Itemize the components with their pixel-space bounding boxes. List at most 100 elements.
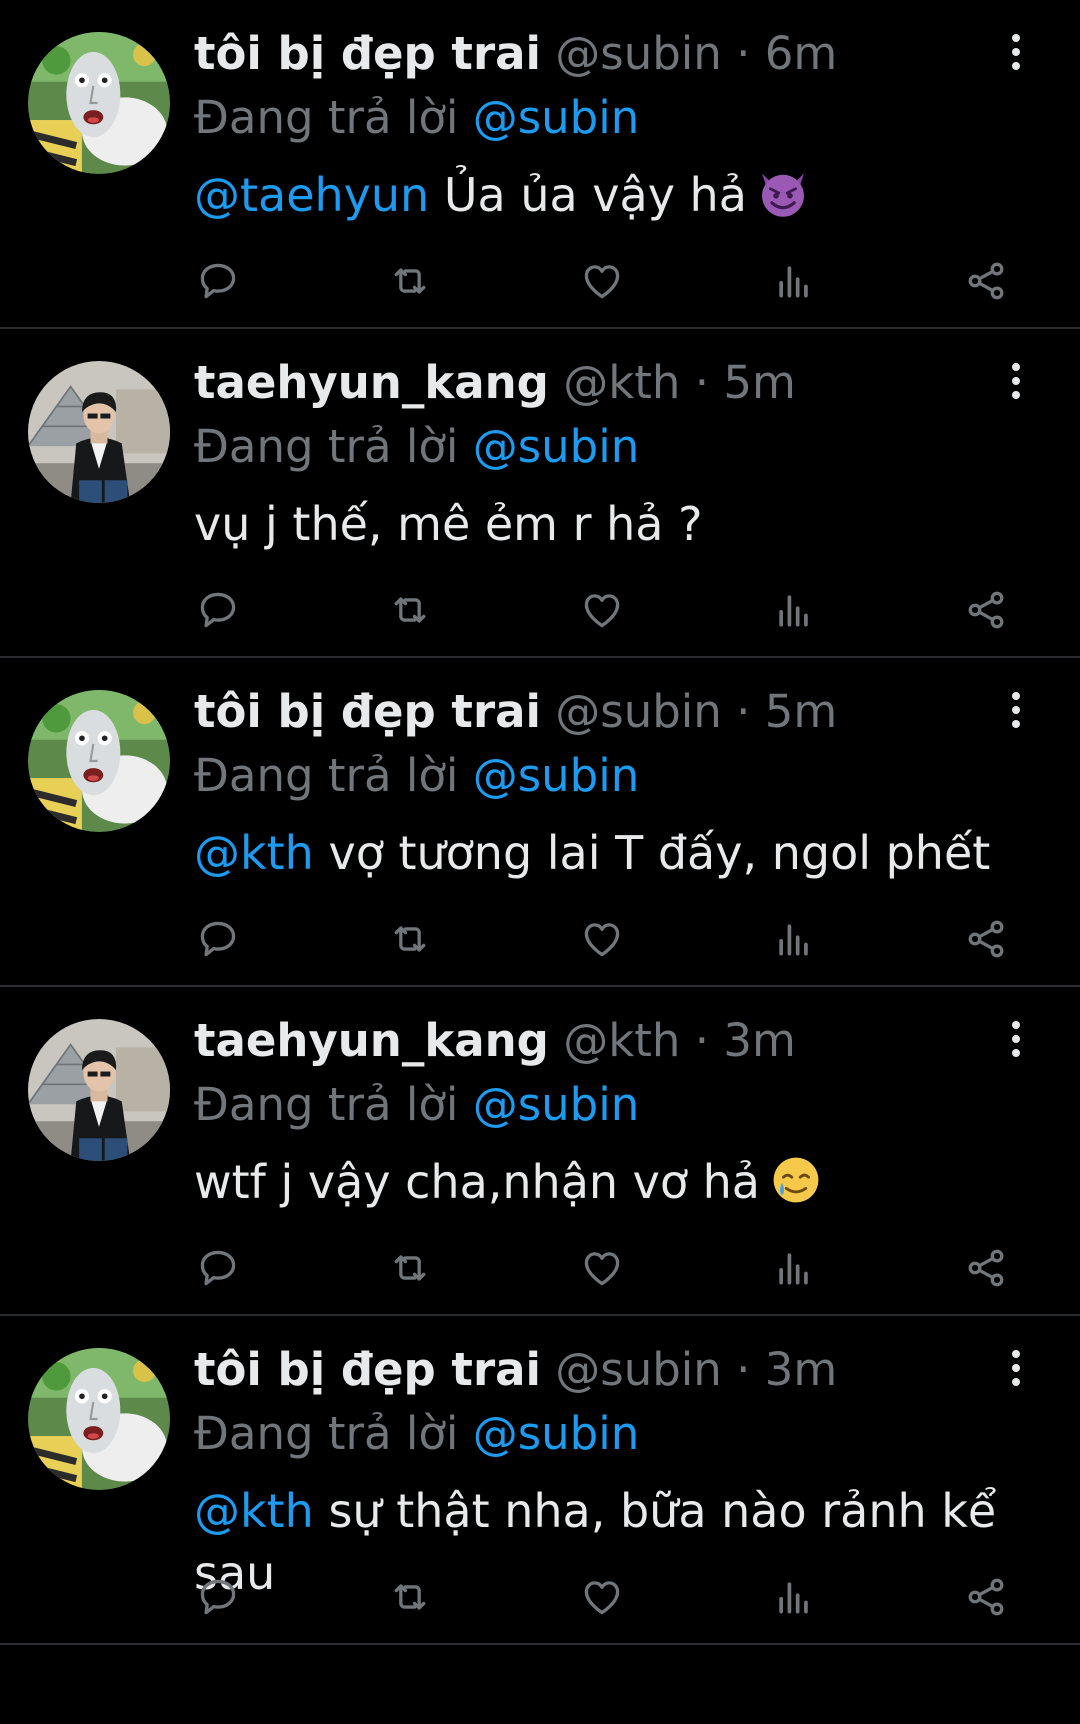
person-photo-avatar — [28, 361, 170, 503]
more-icon[interactable] — [1004, 361, 1028, 401]
share-button[interactable] — [962, 1573, 1010, 1621]
reply-button[interactable] — [194, 586, 242, 634]
author-name[interactable]: taehyun_kang — [194, 356, 549, 409]
share-button[interactable] — [962, 586, 1010, 634]
reply-button[interactable] — [194, 257, 242, 305]
separator-dot: · — [736, 1343, 751, 1396]
more-icon[interactable] — [1004, 690, 1028, 730]
views-button[interactable] — [770, 257, 818, 305]
replying-to-handle[interactable]: @subin — [473, 1407, 640, 1460]
mention-link[interactable]: @kth — [194, 1484, 314, 1538]
author-name[interactable]: tôi bị đẹp trai — [194, 27, 541, 80]
tweet-header: taehyun_kang @kth · 3m — [194, 1009, 1010, 1073]
mention-link[interactable]: @taehyun — [194, 168, 429, 222]
avatar[interactable] — [28, 690, 170, 832]
meme-face-avatar — [28, 32, 170, 174]
replying-to-handle[interactable]: @subin — [473, 420, 640, 473]
retweet-icon — [394, 268, 426, 294]
avatar[interactable] — [28, 32, 170, 174]
author-handle[interactable]: @subin — [555, 1343, 722, 1396]
like-button[interactable] — [578, 1244, 626, 1292]
like-button[interactable] — [578, 915, 626, 963]
author-handle[interactable]: @subin — [555, 685, 722, 738]
tweet-header: taehyun_kang @kth · 5m — [194, 351, 1010, 415]
reply-tweet[interactable]: taehyun_kang @kth · 5m Đang trả lời @sub… — [0, 329, 1080, 658]
replying-to-handle[interactable]: @subin — [473, 749, 640, 802]
avatar[interactable] — [28, 1348, 170, 1490]
avatar[interactable] — [28, 361, 170, 503]
replying-to: Đang trả lời @subin — [194, 1402, 1010, 1466]
replying-to-label: Đang trả lời — [194, 749, 459, 802]
timestamp[interactable]: 3m — [723, 1014, 795, 1067]
like-button[interactable] — [578, 1573, 626, 1621]
timestamp[interactable]: 5m — [765, 685, 837, 738]
mention-link[interactable]: @kth — [194, 826, 314, 880]
tweet-body: Ủa ủa vậy hả — [429, 168, 747, 222]
views-icon — [779, 1582, 808, 1614]
reply-icon — [200, 1250, 236, 1286]
retweet-button[interactable] — [386, 586, 434, 634]
retweet-icon — [394, 1584, 426, 1610]
share-button[interactable] — [962, 915, 1010, 963]
smiling-imp-emoji — [761, 173, 804, 217]
share-button[interactable] — [962, 1244, 1010, 1292]
timestamp[interactable]: 6m — [765, 27, 837, 80]
reply-icon — [200, 592, 236, 628]
reply-button[interactable] — [194, 915, 242, 963]
author-handle[interactable]: @subin — [555, 27, 722, 80]
reply-icon — [200, 1579, 236, 1615]
separator-dot: · — [694, 356, 710, 409]
tweet-actions — [194, 915, 1010, 963]
more-icon[interactable] — [1004, 1019, 1028, 1059]
share-icon — [968, 262, 1004, 300]
separator-dot: · — [694, 1014, 710, 1067]
retweet-button[interactable] — [386, 1573, 434, 1621]
more-icon[interactable] — [1004, 32, 1028, 72]
tweet-text: @taehyun Ủa ủa vậy hả — [194, 164, 1010, 226]
reply-button[interactable] — [194, 1244, 242, 1292]
views-button[interactable] — [770, 915, 818, 963]
replying-to-handle[interactable]: @subin — [473, 91, 640, 144]
reply-button[interactable] — [194, 1573, 242, 1621]
like-button[interactable] — [578, 586, 626, 634]
tweet-actions — [194, 1573, 1010, 1621]
timestamp[interactable]: 3m — [765, 1343, 837, 1396]
retweet-button[interactable] — [386, 915, 434, 963]
author-handle[interactable]: @kth — [563, 1014, 680, 1067]
author-name[interactable]: tôi bị đẹp trai — [194, 1343, 541, 1396]
retweet-icon — [394, 1255, 426, 1281]
reply-tweet[interactable]: tôi bị đẹp trai @subin · 5m Đang trả lời… — [0, 658, 1080, 987]
timestamp[interactable]: 5m — [723, 356, 795, 409]
reply-tweet[interactable]: taehyun_kang @kth · 3m Đang trả lời @sub… — [0, 987, 1080, 1316]
like-icon — [584, 923, 620, 957]
author-handle[interactable]: @kth — [563, 356, 680, 409]
views-button[interactable] — [770, 1244, 818, 1292]
replying-to-label: Đang trả lời — [194, 420, 459, 473]
views-button[interactable] — [770, 1573, 818, 1621]
like-icon — [584, 1252, 620, 1286]
like-button[interactable] — [578, 257, 626, 305]
replying-to-handle[interactable]: @subin — [473, 1078, 640, 1131]
author-name[interactable]: taehyun_kang — [194, 1014, 549, 1067]
separator-dot: · — [736, 27, 751, 80]
reply-icon — [200, 263, 236, 299]
tweet-text: wtf j vậy cha,nhận vơ hả — [194, 1151, 1010, 1213]
avatar[interactable] — [28, 1019, 170, 1161]
share-button[interactable] — [962, 257, 1010, 305]
retweet-button[interactable] — [386, 257, 434, 305]
retweet-button[interactable] — [386, 1244, 434, 1292]
share-icon — [968, 920, 1004, 958]
replying-to: Đang trả lời @subin — [194, 415, 1010, 479]
tweet-actions — [194, 1244, 1010, 1292]
tweet-content: tôi bị đẹp trai @subin · 6m Đang trả lời… — [194, 22, 1010, 226]
meme-face-avatar — [28, 690, 170, 832]
person-photo-avatar — [28, 1019, 170, 1161]
more-icon[interactable] — [1004, 1348, 1028, 1388]
reply-tweet[interactable]: tôi bị đẹp trai @subin · 6m Đang trả lời… — [0, 0, 1080, 329]
reply-tweet[interactable]: tôi bị đẹp trai @subin · 3m Đang trả lời… — [0, 1316, 1080, 1645]
views-button[interactable] — [770, 586, 818, 634]
share-icon — [968, 1249, 1004, 1287]
views-icon — [779, 595, 808, 627]
replying-to-label: Đang trả lời — [194, 1407, 459, 1460]
author-name[interactable]: tôi bị đẹp trai — [194, 685, 541, 738]
